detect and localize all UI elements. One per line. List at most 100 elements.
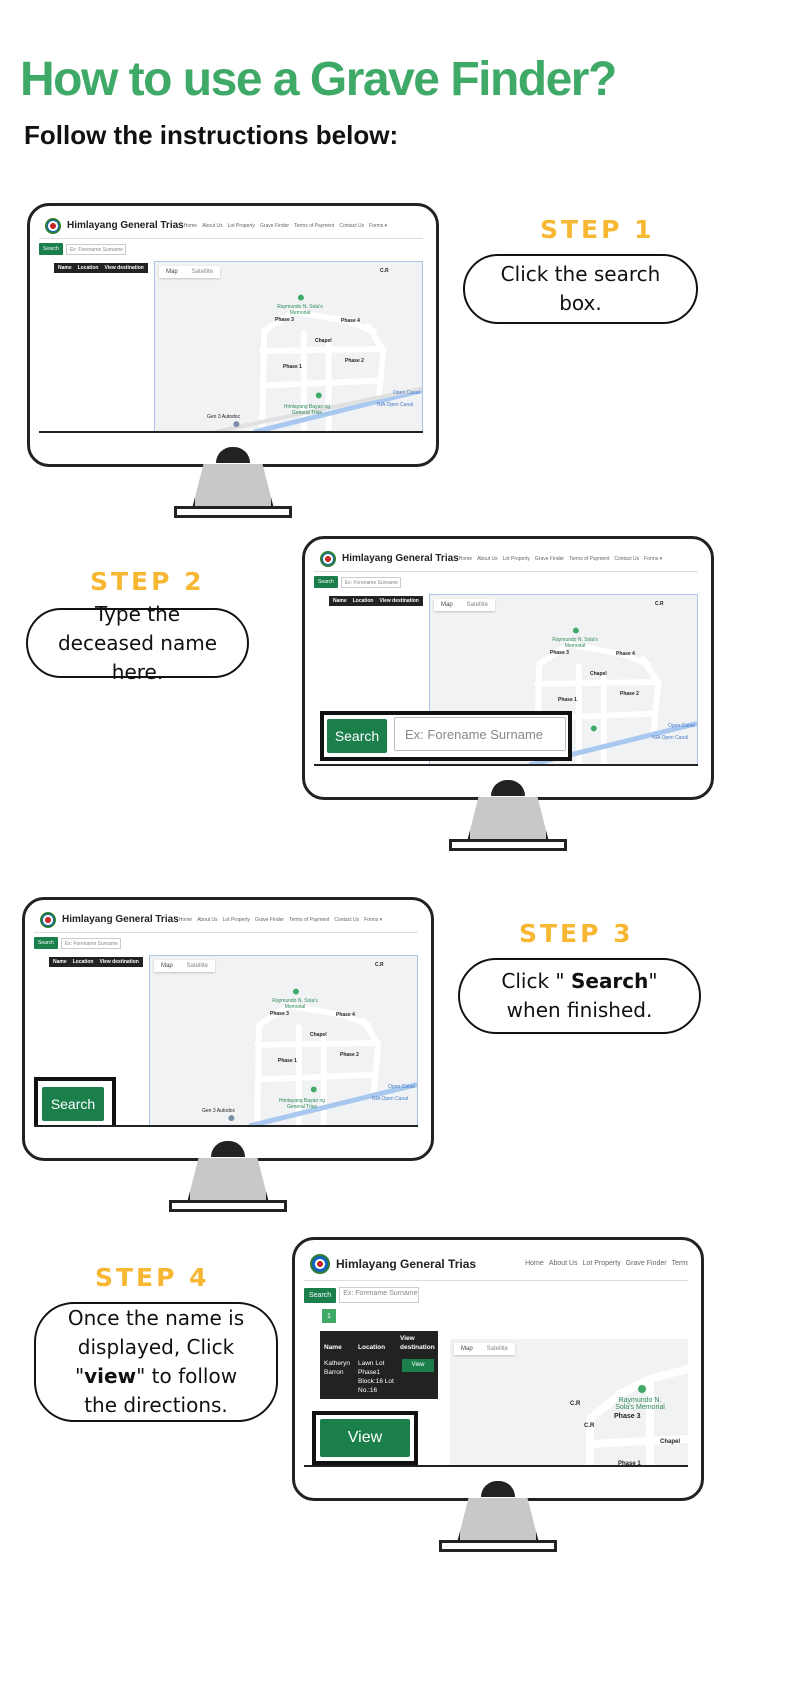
nav-about[interactable]: About Us <box>197 917 218 923</box>
step3-bubble: Click " Search" when finished. <box>458 958 701 1034</box>
th-location: Location <box>358 1344 386 1351</box>
nav-home[interactable]: Home <box>459 556 472 562</box>
nav-forms[interactable]: Forms ▾ <box>364 917 382 923</box>
map-label-phase4: Phase 4 <box>341 318 360 324</box>
tab-map[interactable]: Map <box>154 960 180 972</box>
step1-text: Click the search box. <box>500 262 661 315</box>
map-label-phase3: Phase 3 <box>614 1413 641 1420</box>
nav-lot[interactable]: Lot Property <box>223 917 250 923</box>
th-name: Name <box>333 598 347 604</box>
site-navbar: Himlayang General Trias Home About Us Lo… <box>34 907 418 933</box>
map-label-phase1: Phase 1 <box>618 1461 641 1467</box>
th-view: View destination <box>400 1335 435 1351</box>
monitor-stand <box>467 797 549 842</box>
search-button[interactable]: Search <box>39 243 63 255</box>
th-name: Name <box>324 1344 342 1351</box>
nav-lot[interactable]: Lot Property <box>503 556 530 562</box>
search-input[interactable]: Ex: Forename Surname <box>339 1287 420 1303</box>
nav-contact[interactable]: Contact Us <box>334 917 359 923</box>
tab-map[interactable]: Map <box>454 1343 480 1355</box>
nav-finder[interactable]: Grave Finder <box>255 917 284 923</box>
search-button-zoomed[interactable]: Search <box>42 1087 104 1121</box>
nav-lot[interactable]: Lot Property <box>583 1260 621 1267</box>
nav-home[interactable]: Home <box>179 917 192 923</box>
nav-about[interactable]: About Us <box>477 556 498 562</box>
map-label-phase2: Phase 2 <box>345 358 364 364</box>
site-brand: Himlayang General Trias <box>67 220 184 231</box>
nav-terms[interactable]: Terms of Payment <box>672 1260 688 1267</box>
tab-map[interactable]: Map <box>159 266 185 278</box>
nav-finder[interactable]: Grave Finder <box>626 1260 667 1267</box>
step4-text: Once the name is displayed, Click "view"… <box>56 1304 256 1420</box>
monitor-stand <box>457 1498 539 1543</box>
search-input[interactable]: Ex: Forename Surname <box>65 243 126 255</box>
monitor-step3: Himlayang General Trias Home About Us Lo… <box>22 897 434 1215</box>
nav-home[interactable]: Home <box>184 223 197 229</box>
search-button[interactable]: Search <box>34 937 58 949</box>
nav-links: Home About Us Lot Property Grave Finder … <box>459 556 662 562</box>
map-label-phase4: Phase 4 <box>336 1012 355 1018</box>
map-label-memorial: Raymundo N. Sola's Memorial <box>615 1397 665 1411</box>
map-label-phase4: Phase 4 <box>616 651 635 657</box>
map-label-phase1: Phase 1 <box>283 364 302 370</box>
tab-satellite[interactable]: Satellite <box>480 1343 515 1355</box>
tab-satellite[interactable]: Satellite <box>460 599 495 611</box>
map-label-canal: Open Canal <box>393 390 420 396</box>
nav-terms[interactable]: Terms of Payment <box>569 556 609 562</box>
th-location: Location <box>77 265 99 271</box>
map-panel[interactable]: Map Satellite Raymundo N. Sola's Memoria… <box>154 261 423 431</box>
th-location: Location <box>352 598 374 604</box>
search-button-zoomed[interactable]: Search <box>327 719 387 753</box>
search-input[interactable]: Ex: Forename Surname <box>340 576 401 588</box>
map-label-autodoc: Gen 3 Autodoc <box>207 414 241 420</box>
th-name: Name <box>53 959 67 965</box>
nav-terms[interactable]: Terms of Payment <box>289 917 329 923</box>
site-brand: Himlayang General Trias <box>62 914 179 925</box>
map-panel[interactable]: Map Satellite Raymundo N. Sola's Memoria… <box>149 955 418 1125</box>
nav-contact[interactable]: Contact Us <box>339 223 364 229</box>
th-name: Name <box>58 265 72 271</box>
search-button[interactable]: Search <box>304 1287 337 1303</box>
tab-satellite[interactable]: Satellite <box>185 266 220 278</box>
screen-step3: Himlayang General Trias Home About Us Lo… <box>34 907 418 1127</box>
map-label-autodoc: Gen 3 Autodoc <box>202 1108 236 1114</box>
nav-about[interactable]: About Us <box>549 1260 578 1267</box>
step2-bubble: Type the deceased name here. <box>26 602 249 684</box>
site-brand: Himlayang General Trias <box>336 1256 477 1271</box>
nav-about[interactable]: About Us <box>202 223 223 229</box>
nav-finder[interactable]: Grave Finder <box>535 556 564 562</box>
nav-contact[interactable]: Contact Us <box>614 556 639 562</box>
map-label-phase2: Phase 2 <box>340 1052 359 1058</box>
step2-text: Type the deceased name here. <box>57 601 218 684</box>
map-label-cr-2: C.R <box>584 1423 595 1429</box>
nav-terms[interactable]: Terms of Payment <box>294 223 334 229</box>
th-view: View destination <box>104 265 144 271</box>
nav-forms[interactable]: Forms ▾ <box>644 556 662 562</box>
tab-satellite[interactable]: Satellite <box>180 960 215 972</box>
view-button-highlight-box: View <box>312 1411 418 1465</box>
logo-icon <box>45 217 61 234</box>
results-table: Name Location View destination Katheryn … <box>320 1331 438 1399</box>
view-button-zoomed[interactable]: View <box>320 1419 410 1457</box>
map-label-chapel: Chapel <box>315 338 332 344</box>
tab-map[interactable]: Map <box>434 599 460 611</box>
map-panel[interactable]: Map Satellite Raymundo N. Sola's Memoria… <box>450 1339 688 1467</box>
search-input[interactable]: Ex: Forename Surname <box>60 937 121 949</box>
map-label-chapel: Chapel <box>310 1032 327 1038</box>
step4-bubble: Once the name is displayed, Click "view"… <box>34 1302 278 1422</box>
step3-label: STEP 3 <box>519 919 634 948</box>
nav-finder[interactable]: Grave Finder <box>260 223 289 229</box>
nav-forms[interactable]: Forms ▾ <box>369 223 387 229</box>
nav-home[interactable]: Home <box>525 1260 544 1267</box>
pagination-page-1[interactable]: 1 <box>322 1309 336 1323</box>
search-bar: Search Ex: Forename Surname <box>304 1287 420 1303</box>
map-label-phase3: Phase 3 <box>550 650 569 656</box>
search-button[interactable]: Search <box>314 576 338 588</box>
map-label-himlayang: Himlayang Bayan ng General Trias <box>283 404 331 416</box>
monitor-step2: Himlayang General Trias Home About Us Lo… <box>302 536 714 854</box>
row-view-button[interactable]: View <box>402 1359 434 1372</box>
nav-lot[interactable]: Lot Property <box>228 223 255 229</box>
search-input-zoomed[interactable]: Ex: Forename Surname <box>394 717 566 751</box>
map-label-phase1: Phase 1 <box>278 1058 297 1064</box>
map-label-chapel: Chapel <box>660 1439 681 1445</box>
